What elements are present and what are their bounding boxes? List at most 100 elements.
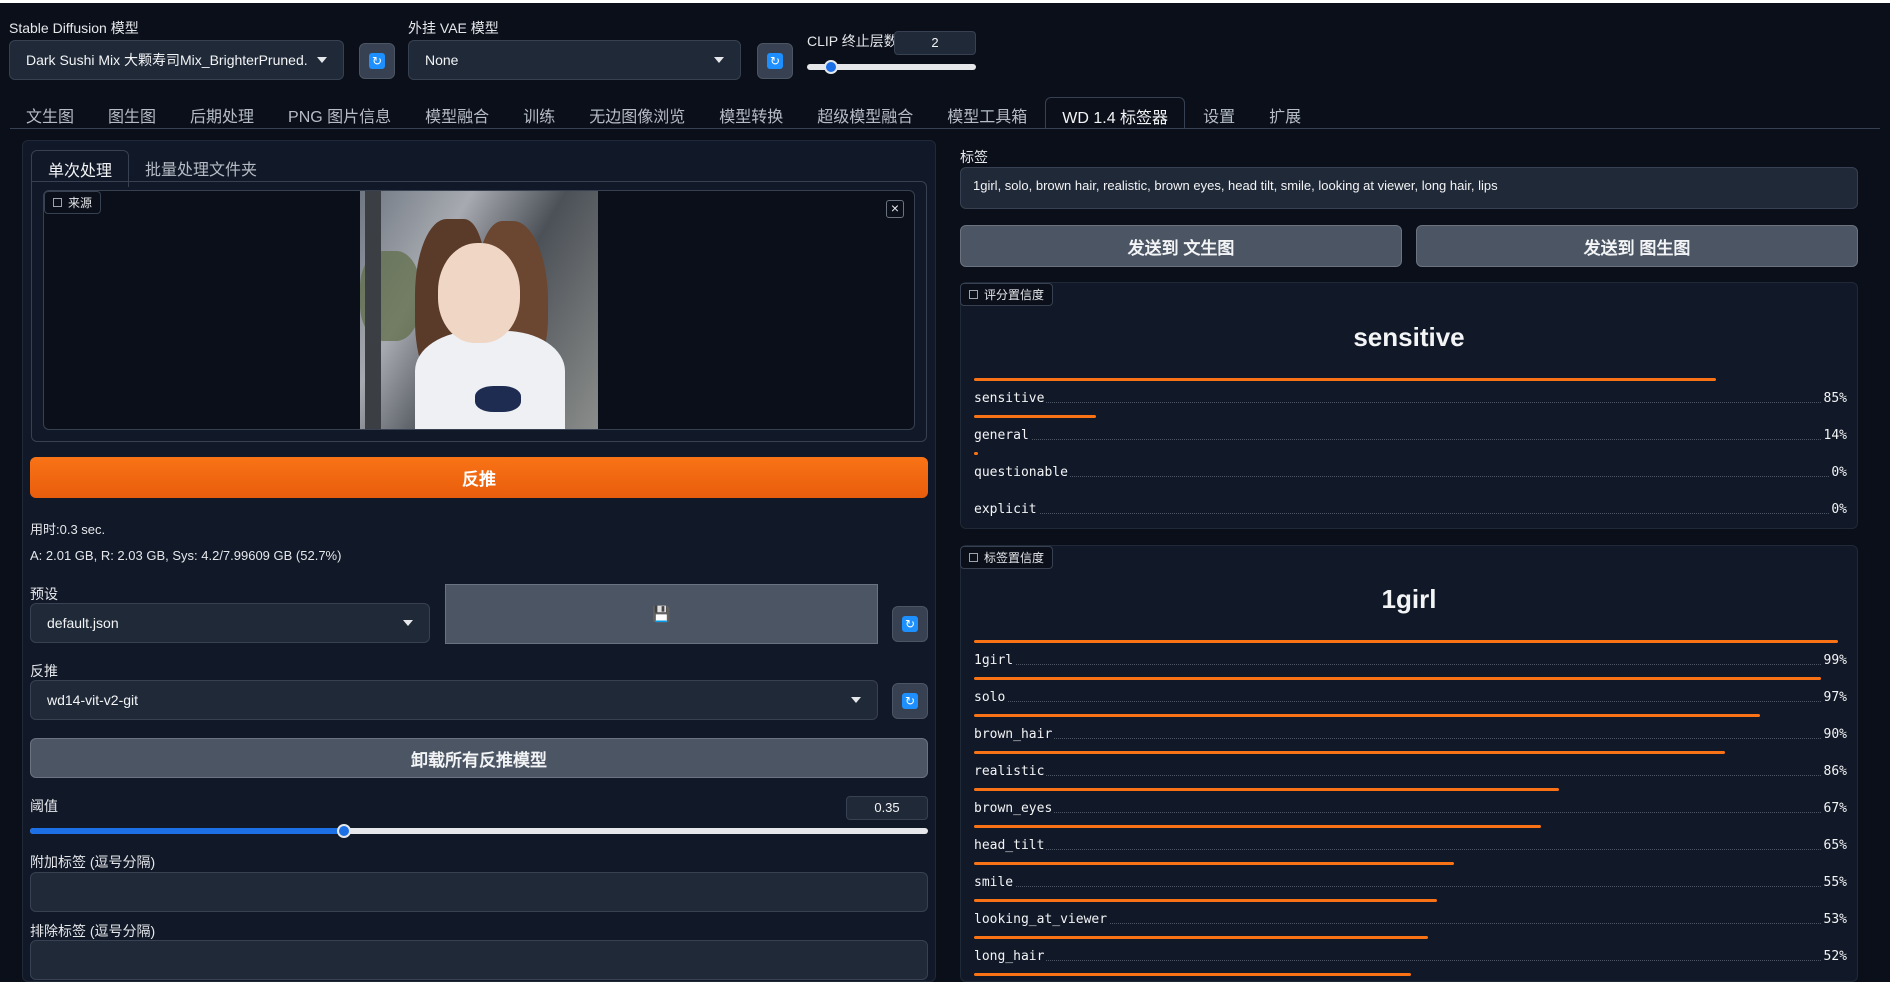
tab-10[interactable]: WD 1.4 标签器 (1045, 97, 1186, 129)
confidence-row: head_tilt 65% (972, 825, 1849, 862)
image-icon (53, 198, 62, 207)
interrogator-refresh-button[interactable]: ↻ (892, 683, 928, 719)
vae-value: None (425, 52, 459, 68)
sd-model-value: Dark Sushi Mix 大颗寿司Mix_BrighterPruned.sa… (26, 52, 307, 68)
confidence-row: questionable 0% (972, 452, 1849, 489)
tab-divider (10, 128, 1880, 129)
confidence-row: brown_hair 90% (972, 714, 1849, 751)
unload-models-button[interactable]: 卸载所有反推模型 (30, 738, 928, 778)
confidence-name: smile (972, 875, 1016, 890)
tab-9[interactable]: 模型工具箱 (931, 97, 1043, 129)
confidence-percent: 97% (1821, 690, 1849, 705)
main-tabs: 文生图 图生图 后期处理 PNG 图片信息 模型融合 训练 无边图像浏览 模型转换 超级模型融合… (10, 97, 1319, 129)
row-leader-dots (974, 439, 1847, 440)
tab-6[interactable]: 无边图像浏览 (573, 97, 701, 129)
confidence-bar (974, 677, 1821, 680)
top-border (0, 0, 1890, 3)
confidence-name: questionable (972, 465, 1070, 480)
refresh-icon: ↻ (902, 693, 918, 709)
confidence-percent: 53% (1821, 912, 1849, 927)
confidence-bar (974, 751, 1725, 754)
refresh-icon: ↻ (902, 616, 918, 632)
tab-5[interactable]: 训练 (507, 97, 571, 129)
confidence-row: realistic 86% (972, 751, 1849, 788)
close-icon[interactable]: × (886, 200, 904, 218)
tag-confidence-label: 标签置信度 (984, 551, 1045, 565)
confidence-percent: 55% (1821, 875, 1849, 890)
vae-refresh-button[interactable]: ↻ (757, 43, 793, 79)
confidence-row: explicit 0% (972, 489, 1849, 526)
source-photo (360, 191, 598, 429)
tab-0[interactable]: 文生图 (10, 97, 90, 129)
tag-top-label: 1girl (1381, 584, 1437, 614)
tab-2[interactable]: 后期处理 (174, 97, 270, 129)
preset-dropdown[interactable]: default.json (30, 603, 430, 643)
time-text: 用时:0.3 sec. (30, 522, 106, 537)
chart-icon (969, 553, 978, 562)
confidence-name: long_hair (972, 949, 1047, 964)
chevron-down-icon (851, 697, 861, 703)
rating-label: 评分置信度 (984, 288, 1045, 302)
clip-number-input[interactable]: 2 (894, 31, 976, 55)
additional-tags-input[interactable] (30, 872, 928, 912)
confidence-row: solo 97% (972, 677, 1849, 714)
row-leader-dots (974, 775, 1847, 776)
row-leader-dots (974, 664, 1847, 665)
confidence-percent: 85% (1821, 391, 1849, 406)
tab-7[interactable]: 模型转换 (703, 97, 799, 129)
preset-refresh-button[interactable]: ↻ (892, 606, 928, 642)
save-preset-button[interactable]: 💾 (445, 584, 878, 644)
send-to-txt2img-button[interactable]: 发送到 文生图 (960, 225, 1402, 267)
save-icon: 💾 (652, 606, 671, 623)
confidence-name: sensitive (972, 391, 1047, 406)
tab-4[interactable]: 模型融合 (409, 97, 505, 129)
row-leader-dots (974, 513, 1847, 514)
chevron-down-icon (403, 620, 413, 626)
row-leader-dots (974, 402, 1847, 403)
tags-label: 标签 (960, 149, 988, 165)
confidence-bar (974, 862, 1455, 865)
row-leader-dots (974, 701, 1847, 702)
preset-value: default.json (47, 615, 119, 631)
confidence-bar (974, 825, 1542, 828)
tab-11[interactable]: 设置 (1187, 97, 1251, 129)
send-to-img2img-button[interactable]: 发送到 图生图 (1416, 225, 1858, 267)
clip-slider-handle[interactable] (824, 60, 838, 74)
sd-model-label: Stable Diffusion 模型 (9, 20, 139, 36)
tag-confidence-label-chip: 标签置信度 (960, 546, 1054, 569)
confidence-percent: 65% (1821, 838, 1849, 853)
confidence-row: general 14% (972, 415, 1849, 452)
confidence-bar (974, 415, 1097, 418)
confidence-bar (974, 452, 979, 455)
confidence-row: long_hair 52% (972, 936, 1849, 973)
confidence-name: brown_eyes (972, 801, 1055, 816)
tab-8[interactable]: 超级模型融合 (801, 97, 929, 129)
interrogator-dropdown[interactable]: wd14-vit-v2-git (30, 680, 878, 720)
confidence-bar (974, 936, 1428, 939)
refresh-icon: ↻ (369, 53, 385, 69)
confidence-bar (974, 899, 1437, 902)
row-leader-dots (974, 738, 1847, 739)
confidence-bar (974, 714, 1760, 717)
sd-model-dropdown[interactable]: Dark Sushi Mix 大颗寿司Mix_BrighterPruned.sa… (9, 40, 344, 80)
tab-12[interactable]: 扩展 (1253, 97, 1317, 129)
vae-dropdown[interactable]: None (408, 40, 741, 80)
source-label: 来源 (68, 196, 93, 210)
row-leader-dots (974, 886, 1847, 887)
sd-model-refresh-button[interactable]: ↻ (359, 43, 395, 79)
threshold-slider-fill (30, 828, 345, 834)
chevron-down-icon (317, 57, 327, 63)
tab-3[interactable]: PNG 图片信息 (272, 97, 407, 129)
vae-label: 外挂 VAE 模型 (408, 20, 499, 36)
row-leader-dots (974, 960, 1847, 961)
row-leader-dots (974, 849, 1847, 850)
tab-1[interactable]: 图生图 (92, 97, 172, 129)
confidence-name: looking_at_viewer (972, 912, 1110, 927)
threshold-number-input[interactable]: 0.35 (846, 796, 928, 820)
interrogate-button[interactable]: 反推 (30, 457, 928, 498)
confidence-name: head_tilt (972, 838, 1047, 853)
tags-output[interactable]: 1girl, solo, brown hair, realistic, brow… (960, 167, 1858, 209)
exclude-tags-input[interactable] (30, 940, 928, 980)
confidence-percent: 90% (1821, 727, 1849, 742)
confidence-percent: 0% (1829, 465, 1849, 480)
